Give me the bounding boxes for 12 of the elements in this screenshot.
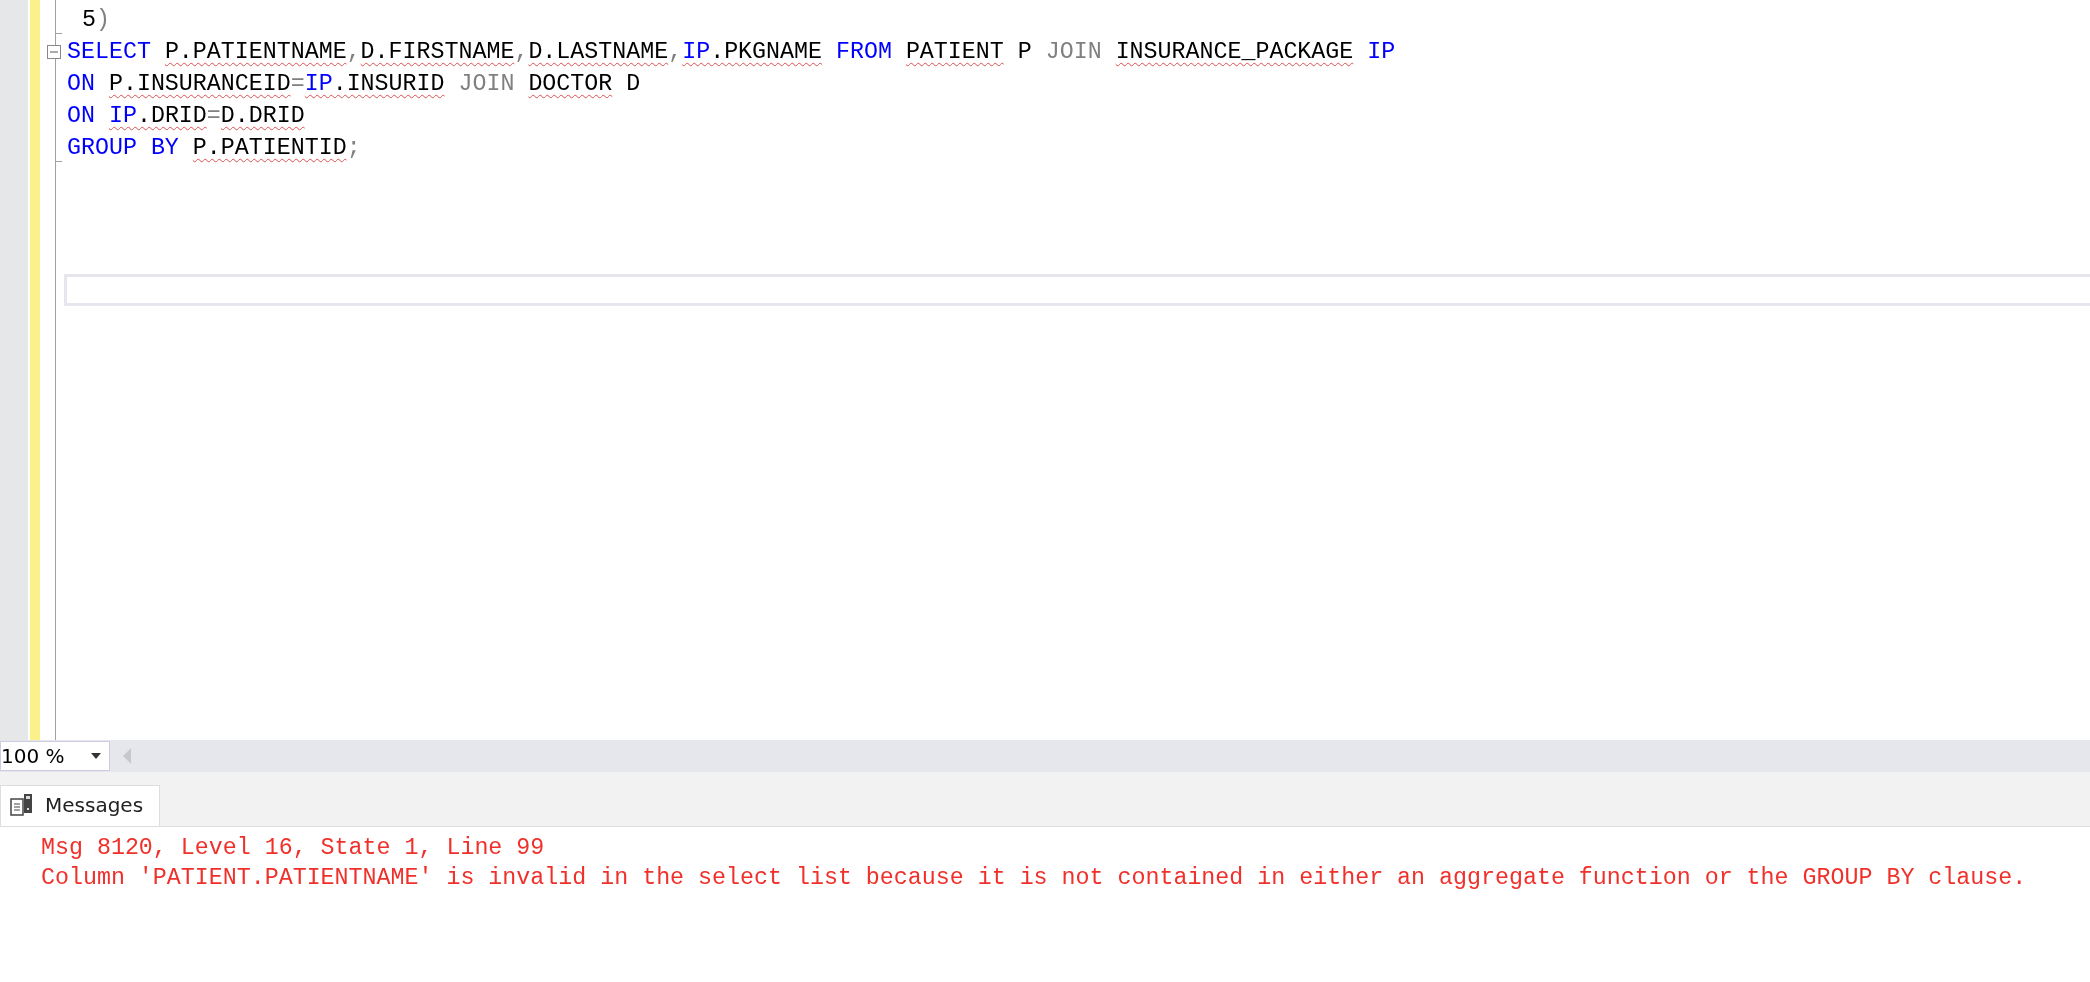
code-line: ON IP.DRID=D.DRID [67, 102, 305, 130]
code-line: 5) [81, 6, 110, 34]
messages-tab[interactable]: Messages [0, 785, 161, 826]
code-line: SELECT P.PATIENTNAME,D.FIRSTNAME,D.LASTNAME,IP.PKGNAME FROM PATIENT P JOIN INSURANCE_PACKAGE IP [67, 38, 1396, 66]
error-message: Msg 8120, Level 16, State 1, Line 99 [41, 834, 546, 863]
error-message: Column 'PATIENT.PATIENTNAME' is invalid in the select list because it is not contained in either an aggregate function or the GROUP BY clause. [41, 864, 2028, 893]
messages-icon [9, 792, 35, 818]
collapse-icon[interactable] [47, 45, 61, 59]
code-line: ON P.INSURANCEID=IP.INSURID JOIN DOCTOR D [67, 70, 641, 98]
dropdown-caret-icon [91, 753, 101, 759]
code-line: GROUP BY P.PATIENTID; [67, 134, 361, 162]
zoom-dropdown[interactable]: 100 % [0, 741, 110, 771]
